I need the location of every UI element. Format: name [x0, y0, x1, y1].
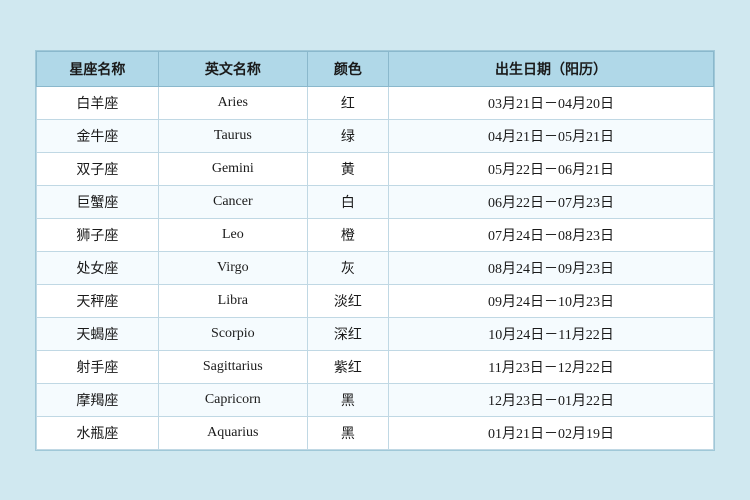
cell-cn: 巨蟹座	[37, 185, 159, 218]
cell-cn: 射手座	[37, 350, 159, 383]
cell-cn: 水瓶座	[37, 416, 159, 449]
cell-en: Aquarius	[158, 416, 307, 449]
cell-date: 05月22日－06月21日	[389, 152, 714, 185]
cell-date: 07月24日－08月23日	[389, 218, 714, 251]
zodiac-table-container: 星座名称 英文名称 颜色 出生日期（阳历） 白羊座Aries红03月21日－04…	[35, 50, 715, 451]
cell-en: Leo	[158, 218, 307, 251]
cell-cn: 双子座	[37, 152, 159, 185]
cell-date: 01月21日－02月19日	[389, 416, 714, 449]
cell-cn: 天秤座	[37, 284, 159, 317]
cell-color: 红	[307, 86, 388, 119]
cell-color: 黄	[307, 152, 388, 185]
table-row: 巨蟹座Cancer白06月22日－07月23日	[37, 185, 714, 218]
cell-color: 黑	[307, 416, 388, 449]
cell-en: Virgo	[158, 251, 307, 284]
cell-color: 深红	[307, 317, 388, 350]
zodiac-table: 星座名称 英文名称 颜色 出生日期（阳历） 白羊座Aries红03月21日－04…	[36, 51, 714, 450]
cell-date: 08月24日－09月23日	[389, 251, 714, 284]
table-row: 射手座Sagittarius紫红11月23日－12月22日	[37, 350, 714, 383]
cell-en: Cancer	[158, 185, 307, 218]
cell-color: 白	[307, 185, 388, 218]
cell-cn: 白羊座	[37, 86, 159, 119]
table-header-row: 星座名称 英文名称 颜色 出生日期（阳历）	[37, 51, 714, 86]
cell-en: Taurus	[158, 119, 307, 152]
header-date: 出生日期（阳历）	[389, 51, 714, 86]
table-row: 摩羯座Capricorn黑12月23日－01月22日	[37, 383, 714, 416]
table-row: 白羊座Aries红03月21日－04月20日	[37, 86, 714, 119]
table-row: 双子座Gemini黄05月22日－06月21日	[37, 152, 714, 185]
header-en: 英文名称	[158, 51, 307, 86]
cell-cn: 摩羯座	[37, 383, 159, 416]
cell-en: Libra	[158, 284, 307, 317]
table-row: 天蝎座Scorpio深红10月24日－11月22日	[37, 317, 714, 350]
cell-en: Scorpio	[158, 317, 307, 350]
cell-color: 橙	[307, 218, 388, 251]
cell-en: Sagittarius	[158, 350, 307, 383]
table-row: 金牛座Taurus绿04月21日－05月21日	[37, 119, 714, 152]
cell-date: 11月23日－12月22日	[389, 350, 714, 383]
header-cn: 星座名称	[37, 51, 159, 86]
header-color: 颜色	[307, 51, 388, 86]
table-row: 处女座Virgo灰08月24日－09月23日	[37, 251, 714, 284]
cell-date: 10月24日－11月22日	[389, 317, 714, 350]
cell-cn: 天蝎座	[37, 317, 159, 350]
cell-color: 黑	[307, 383, 388, 416]
cell-date: 04月21日－05月21日	[389, 119, 714, 152]
table-row: 天秤座Libra淡红09月24日－10月23日	[37, 284, 714, 317]
cell-en: Aries	[158, 86, 307, 119]
cell-color: 紫红	[307, 350, 388, 383]
table-row: 狮子座Leo橙07月24日－08月23日	[37, 218, 714, 251]
cell-en: Capricorn	[158, 383, 307, 416]
cell-date: 09月24日－10月23日	[389, 284, 714, 317]
cell-en: Gemini	[158, 152, 307, 185]
cell-date: 06月22日－07月23日	[389, 185, 714, 218]
table-row: 水瓶座Aquarius黑01月21日－02月19日	[37, 416, 714, 449]
cell-color: 灰	[307, 251, 388, 284]
cell-date: 12月23日－01月22日	[389, 383, 714, 416]
cell-cn: 金牛座	[37, 119, 159, 152]
cell-cn: 处女座	[37, 251, 159, 284]
cell-date: 03月21日－04月20日	[389, 86, 714, 119]
cell-color: 淡红	[307, 284, 388, 317]
cell-color: 绿	[307, 119, 388, 152]
cell-cn: 狮子座	[37, 218, 159, 251]
